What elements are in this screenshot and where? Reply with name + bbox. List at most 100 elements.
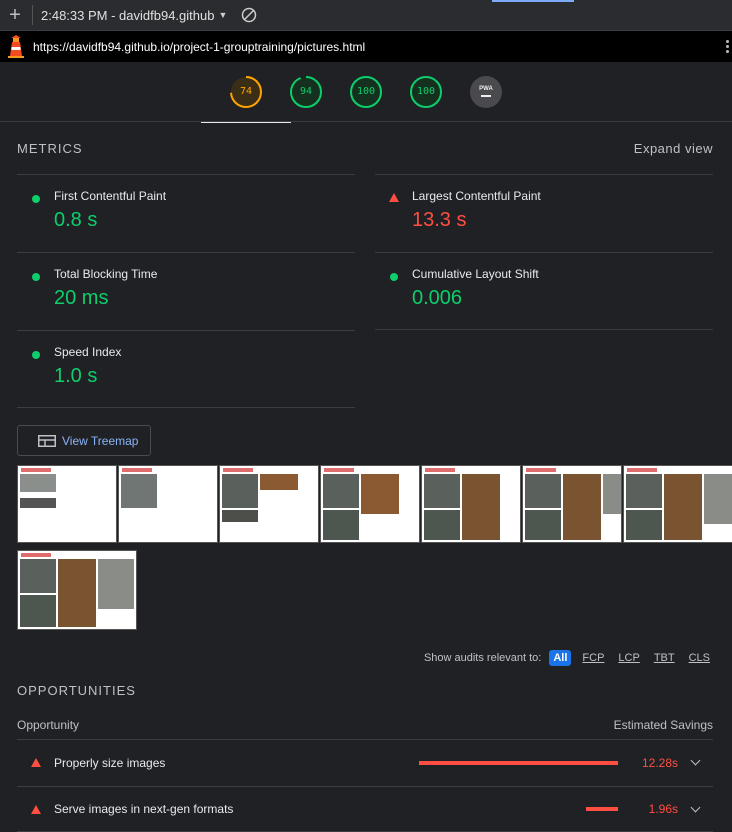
filmstrip-frame	[219, 465, 319, 543]
metric-value: 0.006	[412, 287, 463, 309]
frame-header	[627, 468, 657, 472]
report-select[interactable]: 2:48:33 PM - davidfb94.github ▼	[41, 8, 227, 23]
metrics-title: METRICS	[17, 140, 83, 156]
gauge-score: 94	[299, 86, 313, 97]
pass-dot-icon	[32, 273, 40, 281]
opportunity-row[interactable]: Serve images in next-gen formats 1.96s	[17, 786, 713, 832]
filmstrip-frame	[522, 465, 622, 543]
new-report-button[interactable]: +	[4, 4, 26, 26]
metric-cls: Cumulative Layout Shift 0.006	[375, 252, 713, 330]
audit-filter-bar: Show audits relevant to: All FCP LCP TBT…	[0, 650, 713, 666]
toolbar-divider	[32, 5, 33, 25]
metric-label: Largest Contentful Paint	[412, 189, 541, 203]
savings-value: 12.28s	[641, 755, 678, 770]
opportunity-column-label: Opportunity	[17, 718, 80, 732]
expand-view-toggle[interactable]: Expand view	[634, 141, 713, 156]
metric-label: Total Blocking Time	[54, 267, 158, 281]
frame-block	[525, 510, 561, 540]
metric-value: 20 ms	[54, 287, 109, 309]
fail-triangle-icon	[389, 193, 399, 202]
metric-label: First Contentful Paint	[54, 189, 167, 203]
frame-header	[324, 468, 354, 472]
gauge-seo[interactable]: 100	[396, 62, 456, 122]
audit-filter-label: Show audits relevant to:	[423, 652, 542, 664]
opportunity-label: Properly size images	[54, 755, 166, 770]
filter-chip-all[interactable]: All	[549, 650, 572, 666]
filmstrip-frame	[421, 465, 521, 543]
gauge-score: 74	[239, 86, 253, 97]
frame-block	[361, 474, 399, 514]
frame-block	[664, 474, 702, 540]
more-options-icon[interactable]	[724, 40, 730, 53]
report-url-bar: https://davidfb94.github.io/project-1-gr…	[0, 31, 732, 62]
opportunities-header: Opportunity Estimated Savings	[17, 718, 713, 732]
gauge-pwa[interactable]: PWA	[456, 62, 516, 122]
savings-bar	[419, 760, 618, 765]
pwa-label: PWA	[479, 86, 493, 92]
frame-header	[122, 468, 152, 472]
frame-block	[20, 559, 56, 593]
filmstrip-frame	[17, 550, 137, 630]
frame-block	[121, 474, 157, 508]
gauge-score: 100	[356, 86, 376, 97]
metric-value: 13.3 s	[412, 209, 467, 231]
frame-header	[21, 553, 51, 557]
view-treemap-button[interactable]: View Treemap	[17, 425, 151, 456]
opportunity-label: Serve images in next-gen formats	[54, 802, 234, 816]
block-icon[interactable]	[241, 7, 257, 23]
chevron-down-icon[interactable]	[690, 802, 701, 813]
frame-block	[603, 474, 621, 514]
metric-value: 1.0 s	[54, 365, 98, 387]
opportunities-title: OPPORTUNITIES	[17, 683, 136, 698]
frame-block	[222, 474, 258, 508]
view-treemap-label: View Treemap	[62, 433, 139, 448]
savings-column-label: Estimated Savings	[613, 718, 713, 732]
frame-block	[58, 559, 96, 627]
frame-block	[20, 595, 56, 627]
frame-block	[98, 559, 134, 609]
gauge-best-practices[interactable]: 100	[336, 62, 396, 122]
filmstrip-frame	[118, 465, 218, 543]
frame-block	[323, 474, 359, 508]
report-content: METRICS Expand view First Contentful Pai…	[0, 122, 732, 456]
filter-chip-fcp[interactable]: FCP	[579, 650, 607, 666]
frame-header	[21, 468, 51, 472]
frame-block	[626, 474, 662, 508]
frame-block	[260, 474, 298, 490]
opportunity-row[interactable]: Properly size images 12.28s	[17, 739, 713, 785]
lighthouse-logo-icon	[8, 34, 24, 58]
treemap-icon	[38, 434, 56, 447]
report-url[interactable]: https://davidfb94.github.io/project-1-gr…	[33, 40, 365, 54]
frame-block	[626, 510, 662, 540]
gauge-accessibility[interactable]: 94	[276, 62, 336, 122]
frame-block	[222, 510, 258, 522]
metric-value: 0.8 s	[54, 209, 98, 231]
filmstrip-frame	[623, 465, 732, 543]
fail-triangle-icon	[31, 804, 41, 814]
frame-header	[425, 468, 455, 472]
active-tab-indicator	[492, 0, 574, 2]
pwa-dash	[481, 95, 491, 97]
gauge-performance[interactable]: 74	[201, 62, 291, 123]
frame-block	[563, 474, 601, 540]
score-gauges: 74 94 100 100 PWA	[0, 62, 732, 123]
metrics-grid: First Contentful Paint 0.8 s Largest Con…	[17, 174, 713, 408]
filter-chip-lcp[interactable]: LCP	[615, 650, 642, 666]
gauge-score: 100	[416, 86, 436, 97]
devtools-toolbar: + 2:48:33 PM - davidfb94.github ▼	[0, 0, 732, 31]
metric-label: Speed Index	[54, 345, 122, 359]
frame-block	[424, 510, 460, 540]
frame-block	[462, 474, 500, 540]
chevron-down-icon[interactable]	[690, 755, 701, 766]
filmstrip-frame	[17, 465, 117, 543]
filter-chip-tbt[interactable]: TBT	[651, 650, 678, 666]
frame-block	[20, 498, 56, 508]
frame-block	[323, 510, 359, 540]
frame-block	[424, 474, 460, 508]
report-select-label: 2:48:33 PM - davidfb94.github	[41, 7, 215, 23]
savings-value: 1.96s	[648, 802, 678, 816]
pwa-badge-icon: PWA	[470, 75, 502, 108]
filter-chip-cls[interactable]: CLS	[686, 650, 713, 666]
metric-lcp: Largest Contentful Paint 13.3 s	[375, 174, 713, 252]
metric-fcp: First Contentful Paint 0.8 s	[17, 174, 355, 252]
